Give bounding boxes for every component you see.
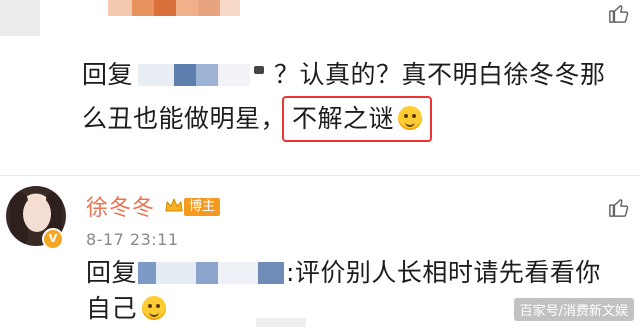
reply-prefix: 回复 xyxy=(82,60,134,89)
blurred-pixels xyxy=(196,262,218,284)
thumbs-up-icon[interactable] xyxy=(608,2,630,24)
blurred-pixels xyxy=(0,0,40,36)
blurred-pixels xyxy=(218,64,250,86)
thumbs-up-icon[interactable] xyxy=(608,196,630,218)
blurred-pixels xyxy=(154,0,176,16)
blurred-pixels xyxy=(108,0,132,16)
blurred-pixels xyxy=(218,262,258,284)
blurred-pixels xyxy=(254,66,264,74)
timestamp: 8-17 23:11 xyxy=(86,230,179,249)
red-highlight-box xyxy=(282,96,432,142)
blurred-pixels xyxy=(138,262,156,284)
comment-text: 么丑也能做明星， xyxy=(82,104,287,133)
blogger-badge: 博主 xyxy=(184,198,221,216)
comment-line: 回复 xyxy=(82,54,133,96)
reply-prefix: 回复 xyxy=(86,258,138,287)
comment-text-suffix: ？认真的？真不明白徐冬冬那 xyxy=(274,60,606,89)
shushing-emoji-icon xyxy=(142,296,166,320)
previous-comment: 回复 ？认真的？真不明白徐冬冬那 么丑也能做明星， 不解之谜 xyxy=(0,0,640,170)
username[interactable]: 徐冬冬 xyxy=(86,190,155,222)
blurred-pixels xyxy=(258,262,284,284)
comment-text-suffix: :评价别人长相时请先看看你 xyxy=(286,258,601,287)
blurred-pixels xyxy=(138,64,174,86)
blurred-pixels xyxy=(196,64,218,86)
watermark: 百家号/消费新文娱 xyxy=(513,298,634,321)
crown-icon xyxy=(164,196,184,216)
verified-badge-icon: V xyxy=(42,228,64,250)
blurred-pixels xyxy=(220,0,240,16)
blurred-pixels xyxy=(256,318,306,327)
comment-line: 么丑也能做明星， xyxy=(82,98,286,140)
comment-text: 自己 xyxy=(86,294,138,323)
comment-divider xyxy=(0,175,640,176)
blurred-pixels xyxy=(198,0,220,16)
blurred-pixels xyxy=(156,262,196,284)
comment-line: ？认真的？真不明白徐冬冬那 xyxy=(274,54,606,96)
comment-line: :评价别人长相时请先看看你 xyxy=(286,252,601,294)
blurred-pixels xyxy=(132,0,154,16)
comment-line: 自己 xyxy=(86,288,137,330)
blurred-pixels xyxy=(174,64,196,86)
blurred-pixels xyxy=(176,0,198,16)
